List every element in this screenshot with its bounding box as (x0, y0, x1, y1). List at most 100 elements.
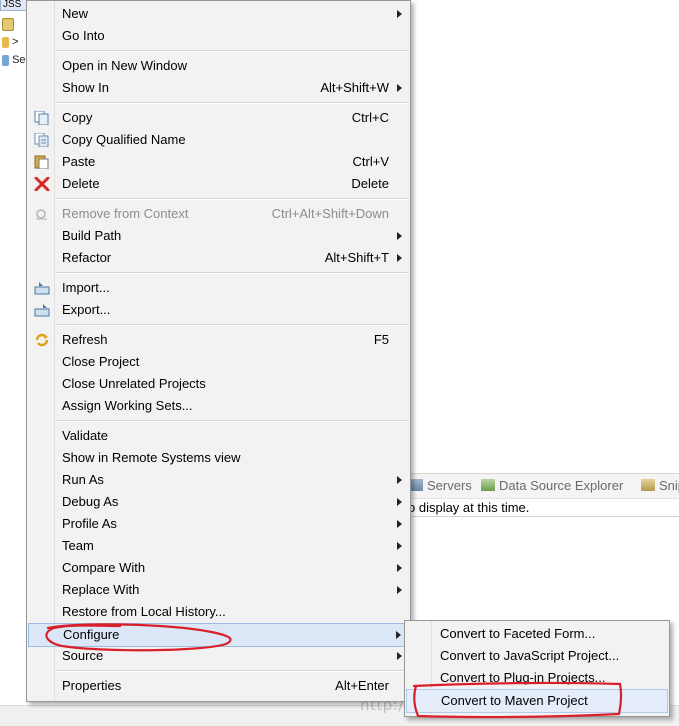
submenu-arrow-icon (397, 232, 402, 240)
menu-item-debug-as[interactable]: Debug As (28, 491, 409, 513)
submenu-arrow-icon (397, 10, 402, 18)
menu-item-restore-from-local-history[interactable]: Restore from Local History... (28, 601, 409, 623)
menu-item-source[interactable]: Source (28, 645, 409, 667)
menu-item-profile-as[interactable]: Profile As (28, 513, 409, 535)
menu-item-label: Properties (62, 678, 122, 693)
menu-item-label: Debug As (62, 494, 119, 509)
menu-item-label: Export... (62, 302, 111, 317)
menu-item-label: Show In (62, 80, 109, 95)
configure-submenu: Convert to Faceted Form... Convert to Ja… (404, 620, 670, 717)
menu-item-convert-to-faceted-form[interactable]: Convert to Faceted Form... (406, 623, 668, 645)
view-divider (405, 516, 679, 517)
folder-icon (2, 36, 9, 48)
menu-separator (56, 420, 408, 422)
menu-item-refactor[interactable]: Refactor Alt+Shift+T (28, 247, 409, 269)
menu-item-shortcut: Ctrl+V (352, 154, 389, 169)
menu-item-show-in-remote-systems-view[interactable]: Show in Remote Systems view (28, 447, 409, 469)
menu-item-label: Profile As (62, 516, 117, 531)
servers-icon (409, 479, 423, 491)
delete-icon (34, 176, 50, 192)
tab-servers[interactable]: Servers (409, 478, 472, 493)
tree-row[interactable]: Se (2, 54, 26, 70)
view-empty-message: o display at this time. (408, 500, 530, 515)
menu-item-shortcut: Ctrl+Alt+Shift+Down (271, 206, 389, 221)
menu-item-label: Refresh (62, 332, 108, 347)
export-icon (34, 303, 50, 317)
tab-snippets[interactable]: Snip (641, 478, 679, 493)
server-icon (2, 54, 9, 66)
menu-item-close-unrelated-projects[interactable]: Close Unrelated Projects (28, 373, 409, 395)
menu-item-run-as[interactable]: Run As (28, 469, 409, 491)
menu-item-compare-with[interactable]: Compare With (28, 557, 409, 579)
menu-item-label: Delete (62, 176, 100, 191)
file-icon (2, 18, 14, 31)
menu-item-label: Team (62, 538, 94, 553)
menu-item-delete[interactable]: Delete Delete (28, 173, 409, 195)
menu-item-export[interactable]: Export... (28, 299, 409, 321)
menu-item-build-path[interactable]: Build Path (28, 225, 409, 247)
submenu-arrow-icon (397, 498, 402, 506)
menu-item-configure[interactable]: Configure (28, 623, 409, 647)
menu-separator (56, 670, 408, 672)
menu-item-open-in-new-window[interactable]: Open in New Window (28, 55, 409, 77)
menu-item-show-in[interactable]: Show In Alt+Shift+W (28, 77, 409, 99)
menu-item-convert-to-plug-in-projects[interactable]: Convert to Plug-in Projects... (406, 667, 668, 689)
tab-label: Snip (659, 478, 679, 493)
menu-item-label: Close Unrelated Projects (62, 376, 206, 391)
menu-item-go-into[interactable]: Go Into (28, 25, 409, 47)
menu-separator (56, 324, 408, 326)
menu-item-replace-with[interactable]: Replace With (28, 579, 409, 601)
menu-item-new[interactable]: New (28, 3, 409, 25)
menu-item-shortcut: Alt+Shift+T (324, 250, 389, 265)
menu-item-label: Assign Working Sets... (62, 398, 193, 413)
submenu-arrow-icon (397, 476, 402, 484)
menu-item-refresh[interactable]: Refresh F5 (28, 329, 409, 351)
tree-row[interactable] (2, 18, 14, 34)
refresh-icon (34, 333, 50, 347)
submenu-arrow-icon (396, 631, 401, 639)
submenu-arrow-icon (397, 542, 402, 550)
menu-item-close-project[interactable]: Close Project (28, 351, 409, 373)
menu-item-paste[interactable]: Paste Ctrl+V (28, 151, 409, 173)
menu-item-properties[interactable]: Properties Alt+Enter (28, 675, 409, 697)
menu-separator (56, 272, 408, 274)
tab-data-source-explorer[interactable]: Data Source Explorer (481, 478, 623, 493)
menu-item-shortcut: Ctrl+C (351, 110, 389, 125)
menu-item-label: Validate (62, 428, 109, 443)
menu-item-import[interactable]: Import... (28, 277, 409, 299)
submenu-arrow-icon (397, 586, 402, 594)
menu-item-label: Copy (62, 110, 93, 125)
menu-item-label: Convert to Faceted Form... (440, 626, 596, 641)
menu-item-assign-working-sets[interactable]: Assign Working Sets... (28, 395, 409, 417)
tree-row[interactable]: > (2, 36, 19, 52)
remove-from-context-icon (34, 207, 50, 221)
menu-item-shortcut: F5 (373, 332, 389, 347)
menu-item-shortcut: Alt+Shift+W (320, 80, 389, 95)
tree-row-label: Se (12, 54, 26, 66)
menu-item-convert-to-maven-project[interactable]: Convert to Maven Project (406, 689, 668, 713)
copy-qualified-name-icon (34, 132, 50, 148)
menu-item-remove-from-context: Remove from Context Ctrl+Alt+Shift+Down (28, 203, 409, 225)
menu-separator (56, 102, 408, 104)
menu-item-convert-to-javascript-project[interactable]: Convert to JavaScript Project... (406, 645, 668, 667)
submenu-arrow-icon (397, 254, 402, 262)
menu-item-copy-qualified-name[interactable]: Copy Qualified Name (28, 129, 409, 151)
menu-item-label: Configure (63, 627, 120, 642)
menu-item-label: Close Project (62, 354, 140, 369)
tab-label: Servers (427, 478, 472, 493)
paste-icon (34, 155, 50, 170)
menu-item-team[interactable]: Team (28, 535, 409, 557)
menu-item-label: Run As (62, 472, 104, 487)
menu-item-validate[interactable]: Validate (28, 425, 409, 447)
menu-item-label: Remove from Context (62, 206, 189, 221)
snippets-icon (641, 479, 655, 491)
menu-item-label: Copy Qualified Name (62, 132, 186, 147)
submenu-arrow-icon (397, 84, 402, 92)
import-icon (34, 281, 50, 295)
menu-item-label: Open in New Window (62, 58, 187, 73)
menu-item-label: Restore from Local History... (62, 604, 226, 619)
bottom-view-tabs: Servers Data Source Explorer Snip (405, 473, 679, 499)
menu-item-label: Paste (62, 154, 96, 169)
menu-item-copy[interactable]: Copy Ctrl+C (28, 107, 409, 129)
menu-separator (56, 198, 408, 200)
